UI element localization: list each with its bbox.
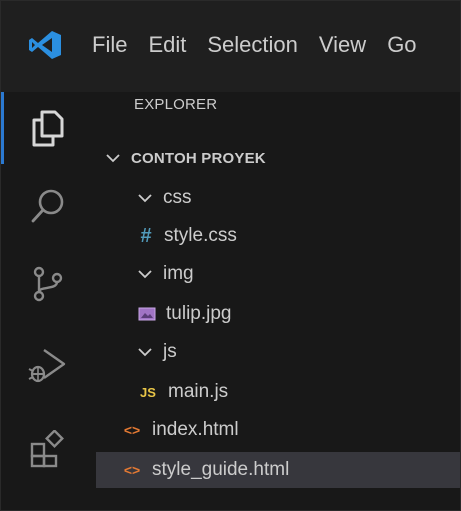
search-icon[interactable] (22, 180, 74, 232)
folder-name: css (163, 187, 192, 208)
file-name: style_guide.html (152, 459, 290, 480)
menu-go[interactable]: Go (387, 28, 427, 62)
folder-name: img (163, 263, 194, 284)
run-debug-icon[interactable] (22, 340, 74, 392)
menu-edit[interactable]: Edit (148, 28, 197, 62)
file-name: tulip.jpg (166, 303, 232, 324)
source-control-icon[interactable] (22, 258, 74, 310)
tree-item-img-folder[interactable]: img (96, 256, 461, 292)
root-folder-name: CONTOH PROYEK (131, 149, 266, 167)
chevron-down-icon (104, 149, 122, 167)
active-indicator (0, 92, 4, 164)
menu-view[interactable]: View (319, 28, 377, 62)
html-file-icon: <> (123, 462, 141, 478)
chevron-down-icon (136, 343, 154, 361)
explorer-title: EXPLORER (134, 96, 218, 113)
chevron-down-icon (136, 189, 154, 207)
tree-item-index-html[interactable]: <> index.html (96, 412, 461, 448)
file-name: index.html (152, 419, 239, 440)
image-file-icon (138, 307, 156, 321)
tree-item-js-folder[interactable]: js (96, 334, 461, 370)
folder-name: js (163, 341, 177, 362)
menu-selection[interactable]: Selection (207, 28, 309, 62)
file-name: style.css (164, 225, 237, 246)
tree-item-css-folder[interactable]: css (96, 180, 461, 216)
css-file-icon: # (140, 224, 152, 247)
tree-item-style-css[interactable]: # style.css (96, 218, 461, 254)
activity-bar (0, 92, 97, 511)
tree-item-style-guide-html[interactable]: <> style_guide.html (96, 452, 461, 488)
title-bar: File Edit Selection View Go (0, 0, 461, 93)
vscode-window: File Edit Selection View Go EXPLORER CON… (0, 0, 461, 511)
js-file-icon: JS (140, 384, 156, 400)
root-folder-row[interactable]: CONTOH PROYEK (96, 140, 461, 176)
html-file-icon: <> (123, 422, 141, 438)
chevron-down-icon (136, 265, 154, 283)
extensions-icon[interactable] (22, 424, 74, 476)
run-debug-icon-glyph (28, 349, 66, 383)
menu-file[interactable]: File (92, 28, 138, 62)
vscode-logo-icon (29, 31, 61, 59)
menu-bar: File Edit Selection View Go (92, 28, 438, 62)
tree-item-main-js[interactable]: JS main.js (96, 374, 461, 410)
tree-item-tulip-jpg[interactable]: tulip.jpg (96, 296, 461, 332)
search-icon-glyph (31, 189, 64, 223)
file-name: main.js (168, 381, 229, 402)
files-icon[interactable] (22, 102, 74, 154)
source-control-icon-glyph (33, 266, 63, 302)
files-icon-glyph (32, 110, 64, 147)
extensions-icon-glyph (30, 430, 64, 468)
